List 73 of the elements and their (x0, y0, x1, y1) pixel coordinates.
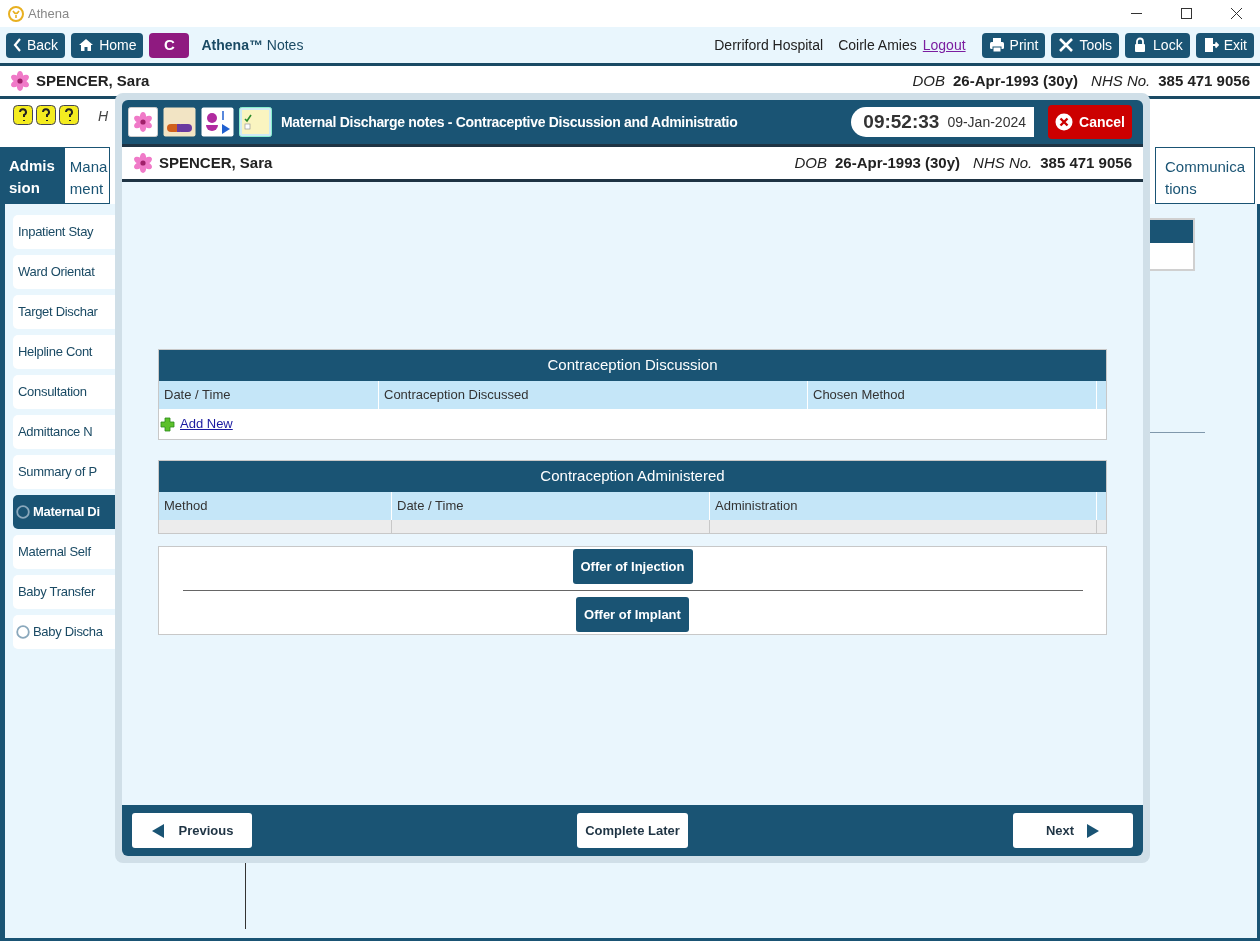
exit-icon (1202, 37, 1219, 53)
user-name: Coirle Amies (838, 35, 917, 55)
minimize-icon (1131, 12, 1142, 15)
sidebar-item[interactable]: Maternal Di (13, 495, 115, 529)
sidebar-item[interactable]: Inpatient Stay (13, 215, 115, 249)
patient-name: SPENCER, Sara (159, 152, 273, 173)
column-header: Date / Time (159, 381, 379, 409)
sidebar-item[interactable]: Baby Discha (13, 615, 115, 649)
tab[interactable]: Mana ment (63, 147, 110, 204)
nhs-label: NHS No. (1091, 70, 1151, 91)
app-logo-icon (8, 5, 24, 22)
lock-button[interactable]: Lock (1125, 32, 1190, 58)
sidebar-item[interactable]: Helpline Cont (13, 335, 115, 369)
help-icon (59, 105, 79, 125)
triangle-right-icon (1086, 822, 1101, 839)
pill-icon (163, 107, 196, 137)
flower-icon (133, 153, 153, 173)
close-circle-icon (1055, 113, 1074, 131)
logout-link[interactable]: Logout (922, 34, 966, 56)
sidebar-item[interactable]: Summary of P (13, 455, 115, 489)
plus-icon (160, 416, 175, 432)
dob-value: 26-Apr-1993 (30y) (953, 70, 1079, 91)
radio-icon (16, 625, 30, 639)
tab[interactable]: Communica tions (1154, 147, 1255, 204)
tools-button[interactable]: Tools (1051, 32, 1120, 58)
previous-button[interactable]: Previous (132, 813, 252, 848)
complete-later-button[interactable]: Complete Later (577, 813, 688, 848)
cancel-button[interactable]: Cancel (1048, 105, 1132, 139)
dob-label: DOB (794, 152, 827, 173)
next-button[interactable]: Next (1013, 813, 1133, 848)
offer-button[interactable]: Offer of Implant (576, 597, 689, 632)
sidebar-item[interactable]: Maternal Self (13, 535, 115, 569)
chevron-left-icon (13, 38, 22, 52)
maximize-icon (1181, 8, 1192, 19)
offer-button[interactable]: Offer of Injection (572, 549, 693, 584)
flower-icon (10, 71, 30, 91)
sidebar-item[interactable]: Baby Transfer (13, 575, 115, 609)
nhs-number: 385 471 9056 (1040, 152, 1132, 173)
dialog-title: Maternal Discharge notes - Contraceptive Discussion and Administratio (281, 112, 738, 132)
nhs-label: NHS No. (973, 152, 1033, 173)
clock-time: 09:52:33 (863, 109, 940, 134)
sidebar-item[interactable]: Ward Orientat (13, 255, 115, 289)
sidebar-item[interactable]: Target Dischar (13, 295, 115, 329)
header-text: H (98, 107, 109, 126)
flower-icon (128, 107, 158, 137)
person-one-icon (201, 107, 234, 137)
close-icon (1231, 8, 1242, 19)
printer-icon (988, 37, 1005, 53)
add-new-link[interactable]: Add New (180, 414, 233, 434)
tab[interactable]: Admis sion (0, 147, 64, 204)
back-button[interactable]: Back (6, 32, 66, 58)
triangle-left-icon (150, 822, 165, 839)
column-header: Chosen Method (808, 381, 1097, 409)
exit-button[interactable]: Exit (1195, 32, 1254, 58)
sidebar-item[interactable]: Consultation (13, 375, 115, 409)
home-icon (78, 38, 95, 52)
dob-label: DOB (912, 70, 945, 91)
patient-name: SPENCER, Sara (36, 70, 150, 91)
table-title: Contraception Administered (159, 461, 1106, 492)
home-button[interactable]: Home (71, 32, 144, 58)
radio-icon (16, 505, 30, 519)
column-header: Contraception Discussed (379, 381, 808, 409)
c-button[interactable]: C (149, 32, 190, 58)
app-title: Athena™ Notes (201, 35, 304, 55)
print-button[interactable]: Print (981, 32, 1046, 58)
clock-date: 09-Jan-2024 (947, 112, 1026, 132)
nhs-number: 385 471 9056 (1158, 70, 1250, 91)
table-title: Contraception Discussion (159, 350, 1106, 381)
notepad-icon (239, 107, 272, 137)
dob-value: 26-Apr-1993 (30y) (835, 152, 961, 173)
sidebar-item[interactable]: Admittance N (13, 415, 115, 449)
window-title: Athena (28, 4, 70, 23)
hospital-name: Derriford Hospital (714, 35, 824, 55)
